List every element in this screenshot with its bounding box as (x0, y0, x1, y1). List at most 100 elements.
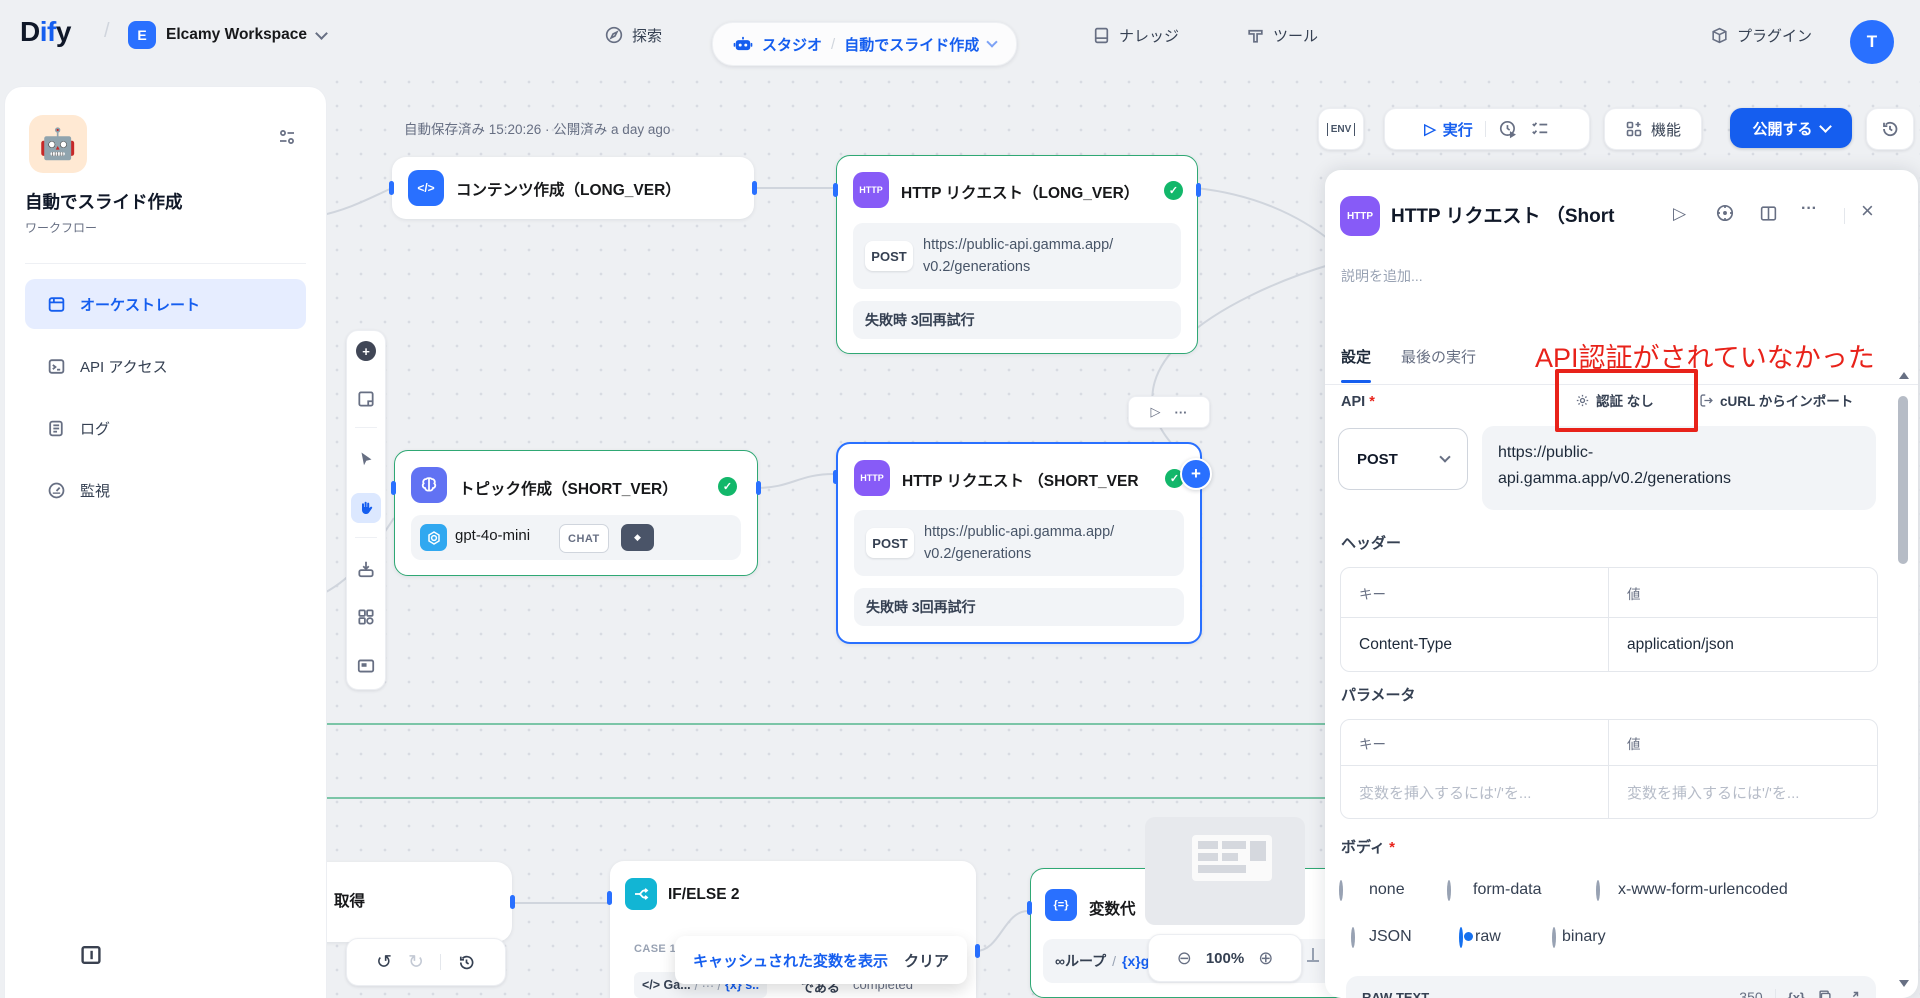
radio-label[interactable]: raw (1475, 928, 1501, 946)
description-placeholder[interactable]: 説明を追加... (1341, 266, 1423, 286)
input-port[interactable] (389, 181, 394, 195)
show-cached-variables-button[interactable]: キャッシュされた変数を表示 (693, 950, 888, 971)
crosshair-icon[interactable] (1715, 203, 1735, 223)
note-frame-icon[interactable] (356, 389, 376, 409)
url-input[interactable]: https://public- api.gamma.app/v0.2/gener… (1482, 426, 1876, 510)
nav-explore[interactable]: 探索 (604, 21, 662, 49)
env-button[interactable]: ENV (1318, 108, 1364, 150)
header-value-cell[interactable]: application/json (1609, 618, 1877, 671)
input-port[interactable] (1027, 901, 1032, 915)
radio-x-www-form-urlencoded[interactable] (1596, 880, 1600, 901)
scrollbar-thumb[interactable] (1898, 396, 1908, 564)
zoom-level[interactable]: 100% (1206, 950, 1244, 967)
redo-icon[interactable]: ↻ (408, 951, 424, 974)
nav-studio[interactable]: スタジオ (762, 34, 822, 55)
path-separator: / (1112, 953, 1116, 969)
body-section-label: ボディ * (1341, 836, 1395, 857)
node-title-input[interactable]: HTTP リクエスト （Short (1391, 201, 1669, 228)
header-key-cell[interactable]: Content-Type (1341, 618, 1609, 671)
publish-button[interactable]: 公開する (1730, 108, 1852, 148)
scrollbar-up-arrow[interactable] (1899, 372, 1909, 379)
collapse-panel-icon[interactable] (79, 943, 103, 967)
current-app-breadcrumb[interactable]: 自動でスライド作成 (844, 34, 979, 55)
node-title: HTTP リクエスト （SHORT_VER (902, 469, 1144, 491)
radio-label[interactable]: form-data (1473, 881, 1541, 899)
pointer-icon[interactable] (357, 450, 375, 468)
radio-raw-selected[interactable] (1459, 927, 1463, 948)
input-port[interactable] (833, 470, 838, 484)
change-history-icon[interactable] (457, 953, 476, 972)
run-button[interactable]: ▷ 実行 (1424, 119, 1473, 140)
organize-blocks-icon[interactable] (356, 607, 376, 627)
tab-last-run[interactable]: 最後の実行 (1401, 346, 1476, 367)
expand-icon[interactable] (1845, 990, 1860, 998)
radio-label[interactable]: JSON (1369, 928, 1412, 946)
chevron-down-icon[interactable] (987, 36, 998, 47)
version-history-button[interactable] (1866, 108, 1914, 150)
add-block-icon[interactable]: + (356, 341, 376, 361)
input-port[interactable] (607, 891, 612, 905)
node-topic-short[interactable]: トピック作成（SHORT_VER） ✓ gpt-4o-mini CHAT ◆ (394, 450, 758, 576)
zoom-in-icon[interactable]: ⊕ (1258, 948, 1273, 969)
workspace-selector[interactable]: E Elcamy Workspace (128, 21, 326, 49)
radio-label[interactable]: x-www-form-urlencoded (1618, 881, 1788, 899)
sidebar-item-logs[interactable]: ログ (25, 403, 306, 453)
scrollbar-down-arrow[interactable] (1899, 980, 1909, 987)
case-output-port[interactable] (975, 944, 980, 958)
success-check-icon: ✓ (718, 477, 737, 496)
radio-none[interactable] (1339, 880, 1343, 901)
minimap-icon[interactable] (356, 656, 376, 676)
output-port[interactable] (1196, 183, 1201, 197)
nav-tools[interactable]: ツール (1246, 21, 1318, 49)
radio-json[interactable] (1351, 927, 1355, 948)
zoom-out-icon[interactable]: ⊖ (1177, 948, 1192, 969)
import-dsl-icon[interactable] (356, 559, 376, 579)
input-port[interactable] (833, 183, 838, 197)
app-settings-icon[interactable] (277, 127, 297, 147)
radio-label[interactable]: none (1369, 881, 1405, 899)
output-port[interactable] (510, 895, 515, 909)
close-icon[interactable]: × (1861, 198, 1874, 224)
output-port[interactable] (752, 181, 757, 195)
output-port[interactable] (756, 481, 761, 495)
sidebar-item-api-access[interactable]: API アクセス (25, 341, 306, 391)
radio-form-data[interactable] (1447, 880, 1451, 901)
node-content-long[interactable]: </> コンテンツ作成（LONG_VER） (392, 157, 754, 219)
method-select[interactable]: POST (1338, 428, 1468, 490)
node-http-long[interactable]: HTTP HTTP リクエスト（LONG_VER） ✓ POST https:/… (836, 155, 1198, 354)
checklist-icon[interactable] (1530, 119, 1550, 139)
tab-settings[interactable]: 設定 (1341, 346, 1371, 367)
radio-label[interactable]: binary (1562, 928, 1606, 946)
insert-variable-icon[interactable]: {x} (1788, 990, 1805, 998)
run-node-icon[interactable]: ▷ (1151, 404, 1161, 420)
nav-knowledge[interactable]: ナレッジ (1092, 21, 1179, 49)
nav-label: ツール (1273, 25, 1318, 46)
param-key-input[interactable]: 変数を挿入するには'/'を... (1341, 766, 1609, 818)
hand-tool-selected[interactable] (351, 493, 381, 523)
dify-logo[interactable]: Dify (20, 16, 71, 48)
user-avatar[interactable]: T (1850, 20, 1894, 64)
input-port[interactable] (391, 481, 396, 495)
copy-icon[interactable] (1817, 989, 1833, 998)
run-node-icon[interactable]: ▷ (1673, 204, 1686, 224)
more-icon[interactable]: ··· (1801, 200, 1817, 218)
sidebar-item-orchestrate[interactable]: オーケストレート (25, 279, 306, 329)
node-http-short[interactable]: HTTP HTTP リクエスト （SHORT_VER ✓ POST https:… (836, 442, 1202, 644)
orchestrate-window-icon (47, 295, 66, 314)
curl-import-button[interactable]: cURL からインポート (1699, 390, 1853, 410)
radio-binary[interactable] (1552, 927, 1556, 948)
add-node-button[interactable]: + (1180, 458, 1212, 490)
nav-plugins[interactable]: プラグイン (1710, 21, 1812, 49)
undo-icon[interactable]: ↺ (376, 951, 392, 974)
zoom-toolbar: ⊖ 100% ⊕ (1148, 934, 1302, 982)
features-button[interactable]: 機能 (1604, 108, 1702, 150)
sidebar-item-monitoring[interactable]: 監視 (25, 465, 306, 515)
run-history-icon[interactable] (1498, 119, 1518, 139)
http-icon: HTTP (853, 172, 889, 208)
clear-button[interactable]: クリア (904, 950, 949, 971)
param-value-input[interactable]: 変数を挿入するには'/'を... (1609, 766, 1877, 818)
docs-book-icon[interactable] (1759, 204, 1778, 223)
more-icon[interactable]: ··· (1175, 405, 1188, 420)
app-icon[interactable]: 🤖 (29, 115, 87, 173)
divider (25, 263, 306, 264)
